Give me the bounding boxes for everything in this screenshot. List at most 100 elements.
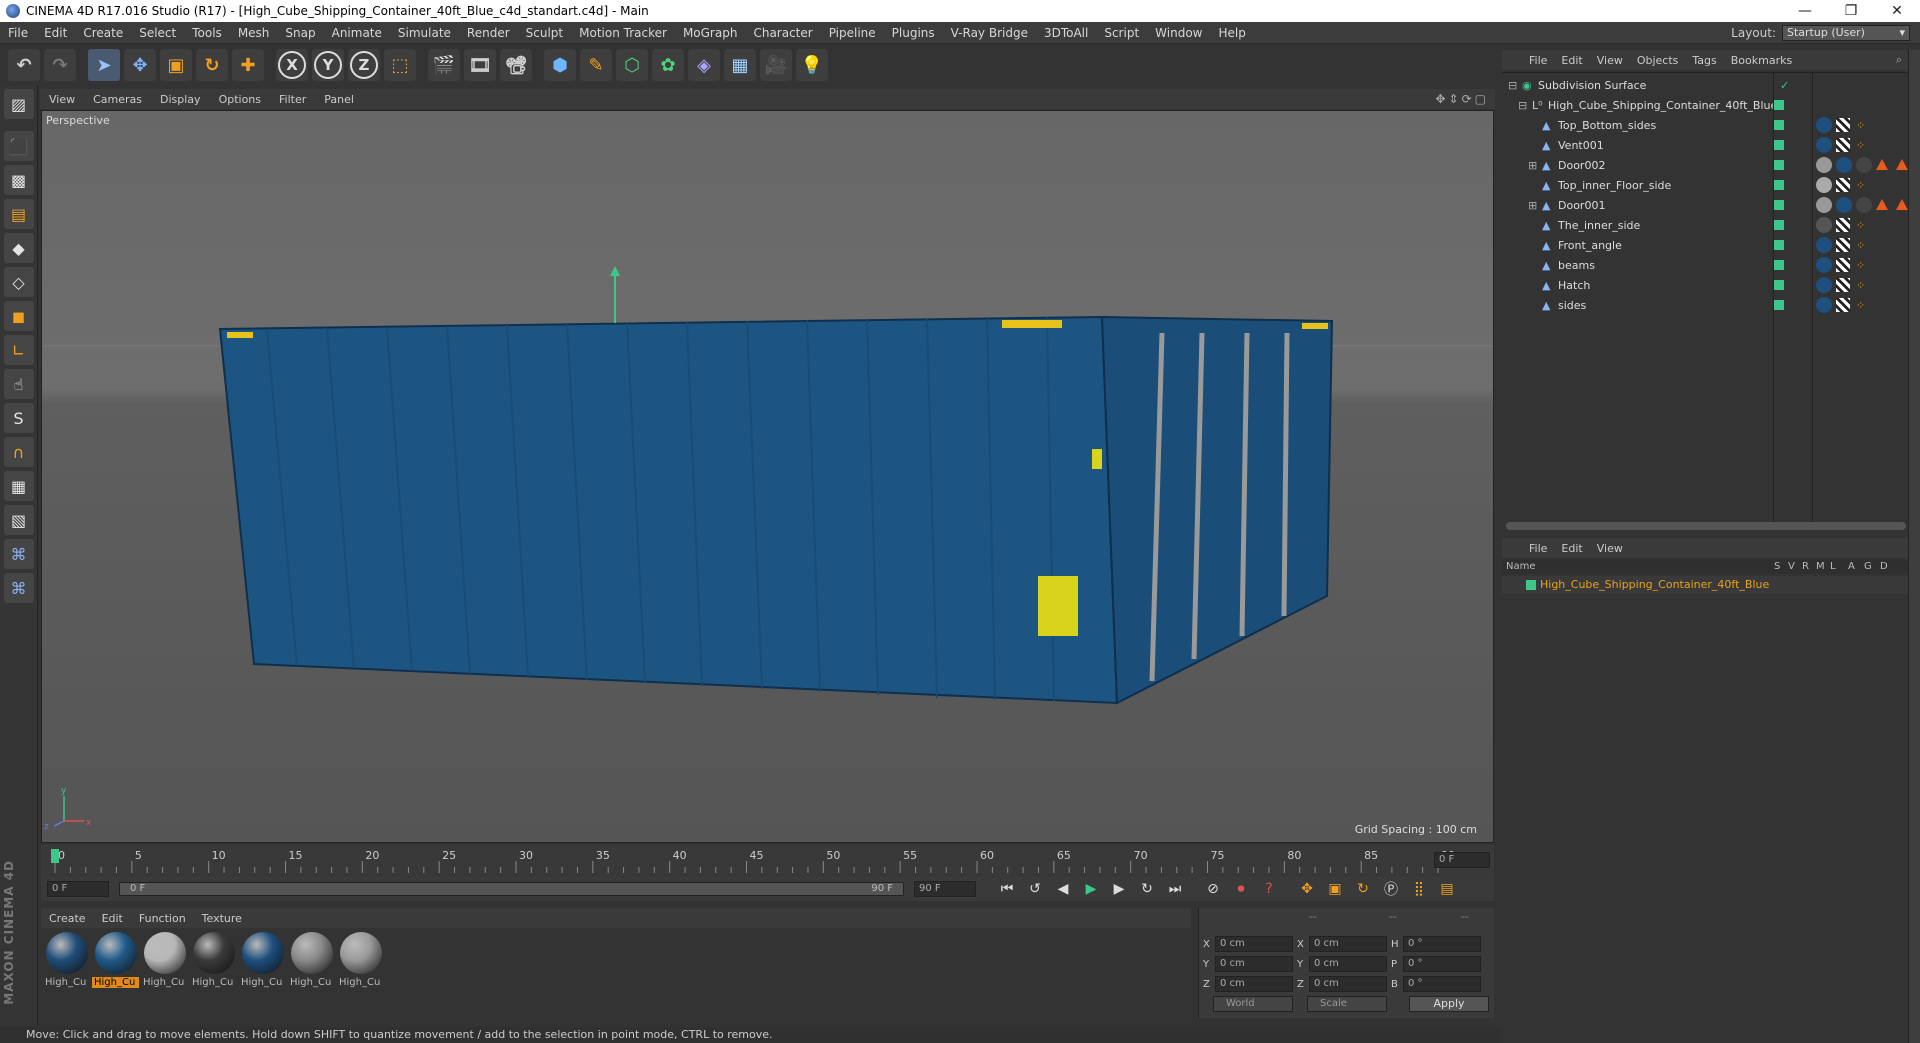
render-view-icon[interactable]: 🎬 [428,49,460,81]
warning-tag-icon[interactable] [1876,159,1888,170]
axis-mode-icon[interactable]: ∟ [3,335,34,365]
object-row-child[interactable]: ▲ beams ⁘ [1502,255,1920,275]
object-row-child[interactable]: ▲ sides ⁘ [1502,295,1920,315]
record-icon[interactable]: ⊘ [1202,878,1224,900]
uvw-tag-icon[interactable] [1836,278,1850,292]
layers-menu-file[interactable]: File [1522,542,1554,555]
next-frame-icon[interactable]: ▶ [1108,878,1130,900]
snap-icon[interactable]: S [3,403,34,433]
select-icon[interactable]: ➤ [88,49,120,81]
menu-snap[interactable]: Snap [277,26,323,40]
close-button[interactable]: ✕ [1874,3,1920,19]
object-row-child[interactable]: ▲ Top_inner_Floor_side ⁘ [1502,175,1920,195]
rotation-key-icon[interactable]: ↻ [1352,878,1374,900]
material-item[interactable]: High_Cu [141,932,188,1022]
planar-workplane-icon[interactable]: ▧ [3,505,34,535]
uvw-tag-icon[interactable] [1836,298,1850,312]
objects-menu-file[interactable]: File [1522,54,1554,67]
uvw-tag-icon[interactable] [1836,218,1850,232]
minimize-button[interactable]: — [1782,3,1828,19]
selection-tag-icon[interactable]: ⁘ [1856,219,1865,232]
material-tag-icon[interactable] [1836,197,1852,213]
column-divider[interactable] [1773,72,1774,522]
python-icon[interactable]: ⌘ [3,539,34,569]
workplane-icon[interactable]: ▤ [3,199,34,229]
viewport-menu-filter[interactable]: Filter [270,93,315,106]
tweak-icon[interactable]: ☝ [3,369,34,399]
size-y-field[interactable]: 0 cm [1309,956,1387,972]
objects-menu-edit[interactable]: Edit [1554,54,1589,67]
point-mode-icon[interactable]: ◆ [3,233,34,263]
expand-icon[interactable]: ⊞ [1528,159,1537,172]
polygon-mode-icon[interactable]: ◼ [3,301,34,331]
expand-icon[interactable]: ⊞ [1528,199,1537,212]
uvw-tag-icon[interactable] [1836,258,1850,272]
size-x-field[interactable]: 0 cm [1309,936,1387,952]
uvw-tag-icon[interactable] [1836,138,1850,152]
warning-tag-icon[interactable] [1896,159,1908,170]
frame-range-slider[interactable]: 0 F 90 F [119,882,904,896]
python-script-icon[interactable]: ⌘ [3,573,34,603]
collapse-icon[interactable]: ⊟ [1508,79,1517,92]
visibility-dot[interactable] [1774,200,1784,210]
position-y-field[interactable]: 0 cm [1215,956,1293,972]
coordinate-system-icon[interactable]: ⬚ [384,49,416,81]
redo-icon[interactable]: ↷ [44,49,76,81]
position-key-icon[interactable]: ✥ [1296,878,1318,900]
objects-menu-objects[interactable]: Objects [1630,54,1686,67]
object-row-child[interactable]: ▲ Hatch ⁘ [1502,275,1920,295]
rotate-icon[interactable]: ↻ [196,49,228,81]
menu-motion-tracker[interactable]: Motion Tracker [571,26,675,40]
x-axis-button[interactable]: X [276,49,308,81]
object-row-child[interactable]: ⊞ ▲ Door002 [1502,155,1920,175]
render-picture-viewer-icon[interactable]: 🎞 [464,49,496,81]
play-icon[interactable]: ▶ [1080,878,1102,900]
objects-menu-tags[interactable]: Tags [1685,54,1723,67]
end-frame-field[interactable]: 90 F [914,881,976,897]
material-tag-icon[interactable] [1816,137,1832,153]
selection-tag-icon[interactable]: ⁘ [1856,259,1865,272]
menu-vray-bridge[interactable]: V-Ray Bridge [943,26,1036,40]
floor-icon[interactable]: ▦ [724,49,756,81]
viewport-navigation-icons[interactable]: ✥⇕⟳▢ [1435,92,1489,106]
go-to-end-icon[interactable]: ⏭ [1164,878,1186,900]
y-axis-button[interactable]: Y [312,49,344,81]
material-tag-icon[interactable] [1816,217,1832,233]
start-frame-field[interactable]: 0 F [47,881,109,897]
menu-mesh[interactable]: Mesh [230,26,278,40]
position-z-field[interactable]: 0 cm [1215,976,1293,992]
material-item[interactable]: High_Cu [43,932,90,1022]
move-icon[interactable]: ✥ [124,49,156,81]
menu-simulate[interactable]: Simulate [390,26,459,40]
visibility-dot[interactable] [1774,240,1784,250]
material-tag-icon[interactable] [1816,157,1832,173]
layer-row[interactable]: High_Cube_Shipping_Container_40ft_Blue [1502,576,1920,594]
menu-render[interactable]: Render [459,26,518,40]
column-divider[interactable] [1812,72,1813,522]
pen-icon[interactable]: ✎ [580,49,612,81]
previous-frame-icon[interactable]: ◀ [1052,878,1074,900]
object-manager-scrollbar[interactable] [1506,522,1906,530]
render-settings-icon[interactable]: 📽 [500,49,532,81]
visibility-dot[interactable] [1774,300,1784,310]
object-row-subdivision-surface[interactable]: ⊟ ◉ Subdivision Surface ✓ [1502,75,1920,95]
selection-tag-icon[interactable]: ⁘ [1856,239,1865,252]
object-row-child[interactable]: ▲ Top_Bottom_sides ⁘ [1502,115,1920,135]
material-menu-texture[interactable]: Texture [194,912,250,925]
model-mode-icon[interactable]: ⬛ [3,131,34,161]
subdivision-icon[interactable]: ⬡ [616,49,648,81]
position-x-field[interactable]: 0 cm [1215,936,1293,952]
warning-tag-icon[interactable] [1896,199,1908,210]
collapse-icon[interactable]: ⊟ [1518,99,1527,112]
restore-button[interactable]: ❐ [1828,3,1874,19]
selection-tag-icon[interactable]: ⁘ [1856,279,1865,292]
magnet-icon[interactable]: ∩ [3,437,34,467]
visibility-dot[interactable] [1774,100,1784,110]
menu-window[interactable]: Window [1147,26,1210,40]
make-editable-icon[interactable]: ▨ [3,89,34,119]
selection-tag-icon[interactable]: ⁘ [1856,299,1865,312]
current-frame-field[interactable]: 0 F [1434,852,1490,868]
selection-tag-icon[interactable]: ⁘ [1856,139,1865,152]
previous-key-icon[interactable]: ↺ [1024,878,1046,900]
menu-pipeline[interactable]: Pipeline [821,26,884,40]
